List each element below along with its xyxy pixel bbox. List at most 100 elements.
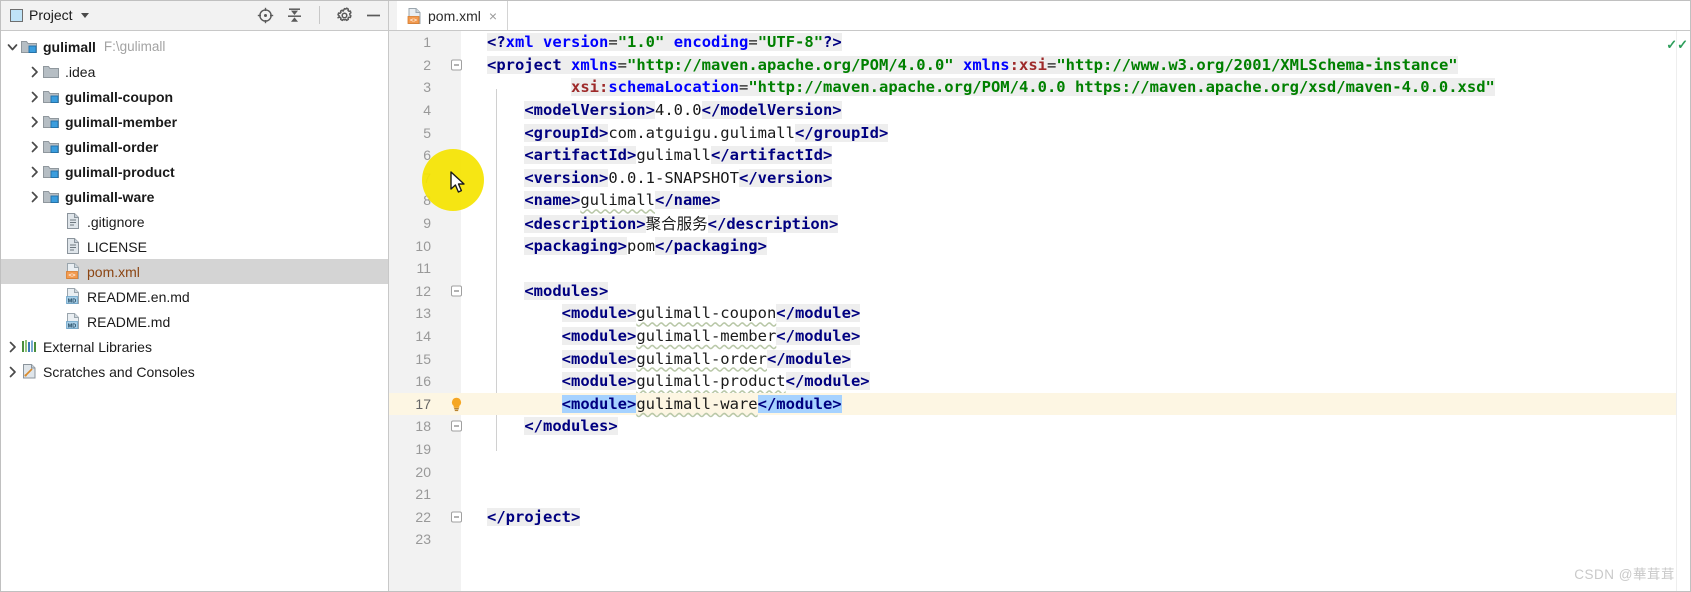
- tree-item-gulimall-member[interactable]: gulimall-member: [0, 109, 388, 134]
- code-text[interactable]: <project xmlns="http://maven.apache.org/…: [477, 55, 1458, 74]
- code-line[interactable]: 10 <packaging>pom</packaging>: [389, 234, 1691, 257]
- collapse-all-icon[interactable]: [286, 7, 303, 24]
- tree-arrow-placeholder: [48, 289, 64, 305]
- code-text[interactable]: xsi:schemaLocation="http://maven.apache.…: [477, 78, 1495, 97]
- inspection-status-icon[interactable]: ✓✓: [1666, 37, 1688, 53]
- chevron-down-icon[interactable]: [4, 39, 20, 55]
- tree-item-readme-en-md[interactable]: MD README.en.md: [0, 284, 388, 309]
- fold-collapse-icon[interactable]: [451, 285, 462, 297]
- code-line[interactable]: 8 <name>gulimall</name>: [389, 189, 1691, 212]
- code-line[interactable]: 13 <module>gulimall-coupon</module>: [389, 302, 1691, 325]
- code-token: [953, 55, 963, 74]
- tree-item-license[interactable]: LICENSE: [0, 234, 388, 259]
- code-text[interactable]: <module>gulimall-coupon</module>: [477, 304, 861, 323]
- chevron-right-icon[interactable]: [26, 164, 42, 180]
- code-token: "UTF-8": [757, 33, 824, 52]
- code-line[interactable]: 19: [389, 438, 1691, 461]
- tree-item-readme-md[interactable]: MD README.md: [0, 309, 388, 334]
- fold-collapse-icon[interactable]: [451, 511, 462, 523]
- code-token: <module>: [561, 327, 637, 346]
- intention-bulb-icon[interactable]: [449, 396, 464, 411]
- code-text[interactable]: <modules>: [477, 281, 609, 300]
- code-line[interactable]: 22 </project>: [389, 505, 1691, 528]
- tree-item-label: gulimall-coupon: [65, 88, 174, 105]
- code-token: :: [599, 78, 609, 97]
- chevron-right-icon[interactable]: [26, 139, 42, 155]
- code-text[interactable]: <groupId>com.atguigu.gulimall</groupId>: [477, 123, 889, 142]
- code-token: gulimall: [580, 191, 655, 210]
- code-token: gulimall-order: [636, 349, 767, 368]
- code-text[interactable]: <?xml version="1.0" encoding="UTF-8"?>: [477, 33, 842, 52]
- code-line[interactable]: 17 <module>gulimall-ware</module>: [389, 392, 1691, 416]
- editor-tab-bar: <> pom.xml ×: [389, 0, 1691, 30]
- chevron-right-icon[interactable]: [26, 189, 42, 205]
- editor-marker-strip[interactable]: ✓✓: [1666, 31, 1691, 592]
- tree-item-idea[interactable]: .idea: [0, 59, 388, 84]
- locate-icon[interactable]: [257, 7, 274, 24]
- code-line[interactable]: 5 <groupId>com.atguigu.gulimall</groupId…: [389, 121, 1691, 144]
- code-line[interactable]: 1 <?xml version="1.0" encoding="UTF-8"?>: [389, 31, 1691, 54]
- tree-item-pom-xml[interactable]: <> pom.xml: [0, 259, 388, 284]
- code-token: <groupId>: [524, 123, 609, 142]
- close-icon[interactable]: ×: [487, 9, 499, 23]
- tree-item-gulimall-product[interactable]: gulimall-product: [0, 159, 388, 184]
- tree-item-gulimall-ware[interactable]: gulimall-ware: [0, 184, 388, 209]
- code-line[interactable]: 14 <module>gulimall-member</module>: [389, 325, 1691, 348]
- code-text[interactable]: <description>聚合服务</description>: [477, 212, 839, 234]
- fold-collapse-icon[interactable]: [451, 59, 462, 71]
- code-text[interactable]: <version>0.0.1-SNAPSHOT</version>: [477, 168, 833, 187]
- chevron-right-icon[interactable]: [26, 114, 42, 130]
- code-text[interactable]: <module>gulimall-order</module>: [477, 349, 851, 368]
- code-line[interactable]: 21: [389, 483, 1691, 506]
- code-line[interactable]: 16 <module>gulimall-product</module>: [389, 370, 1691, 393]
- project-tree[interactable]: gulimall F:\gulimall .idea gulimall-coupon g…: [0, 31, 389, 592]
- code-line[interactable]: 7 <version>0.0.1-SNAPSHOT</version>: [389, 167, 1691, 190]
- project-tool-window-title[interactable]: Project: [10, 7, 89, 23]
- chevron-right-icon[interactable]: [4, 364, 20, 380]
- code-line[interactable]: 6 <artifactId>gulimall</artifactId>: [389, 144, 1691, 167]
- code-text[interactable]: </project>: [477, 507, 581, 526]
- code-token: =: [617, 55, 628, 74]
- chevron-right-icon[interactable]: [26, 64, 42, 80]
- code-line[interactable]: 20: [389, 460, 1691, 483]
- code-line[interactable]: 4 <modelVersion>4.0.0</modelVersion>: [389, 99, 1691, 122]
- tree-item-gulimall-order[interactable]: gulimall-order: [0, 134, 388, 159]
- code-text[interactable]: <packaging>pom</packaging>: [477, 236, 767, 255]
- code-line[interactable]: 15 <module>gulimall-order</module>: [389, 347, 1691, 370]
- tree-item-gitignore[interactable]: .gitignore: [0, 209, 388, 234]
- code-line[interactable]: 9 <description>聚合服务</description>: [389, 212, 1691, 235]
- code-text[interactable]: <modelVersion>4.0.0</modelVersion>: [477, 101, 842, 120]
- code-text[interactable]: <module>gulimall-member</module>: [477, 327, 861, 346]
- code-text[interactable]: <artifactId>gulimall</artifactId>: [477, 146, 833, 165]
- chevron-down-icon[interactable]: [80, 12, 89, 18]
- chevron-right-icon[interactable]: [26, 89, 42, 105]
- code-token: gulimall-product: [636, 372, 786, 391]
- code-line[interactable]: 11: [389, 257, 1691, 280]
- chevron-right-icon[interactable]: [4, 339, 20, 355]
- code-token: xsi: [1019, 55, 1047, 74]
- code-token: xml: [505, 33, 534, 52]
- code-line[interactable]: 2 <project xmlns="http://maven.apache.org…: [389, 54, 1691, 77]
- code-content[interactable]: 1 <?xml version="1.0" encoding="UTF-8"?> 2…: [389, 31, 1691, 592]
- code-text[interactable]: </modules>: [477, 417, 618, 436]
- tree-item-gulimall[interactable]: gulimall F:\gulimall: [0, 34, 388, 59]
- gear-icon[interactable]: [336, 6, 353, 24]
- code-token: version: [543, 33, 609, 52]
- tree-item-external-libraries[interactable]: External Libraries: [0, 334, 388, 359]
- code-line[interactable]: 18 </modules>: [389, 415, 1691, 438]
- code-line[interactable]: 23: [389, 528, 1691, 551]
- code-text[interactable]: <module>gulimall-ware</module>: [477, 394, 842, 413]
- code-line[interactable]: 12 <modules>: [389, 280, 1691, 303]
- tree-item-gulimall-coupon[interactable]: gulimall-coupon: [0, 84, 388, 109]
- tree-item-label: .gitignore: [87, 213, 145, 230]
- minimize-icon[interactable]: [365, 7, 382, 24]
- code-line[interactable]: 3 xsi:schemaLocation="http://maven.apach…: [389, 76, 1691, 99]
- fold-collapse-icon[interactable]: [451, 420, 462, 432]
- editor-tab-pom-xml[interactable]: <> pom.xml ×: [397, 1, 509, 30]
- tree-item-scratches-and-consoles[interactable]: Scratches and Consoles: [0, 359, 388, 384]
- code-text[interactable]: <module>gulimall-product</module>: [477, 372, 870, 391]
- code-token: 0.0.1-SNAPSHOT: [608, 168, 739, 187]
- code-text[interactable]: <name>gulimall</name>: [477, 191, 721, 210]
- code-editor[interactable]: 1 <?xml version="1.0" encoding="UTF-8"?> 2…: [389, 31, 1691, 592]
